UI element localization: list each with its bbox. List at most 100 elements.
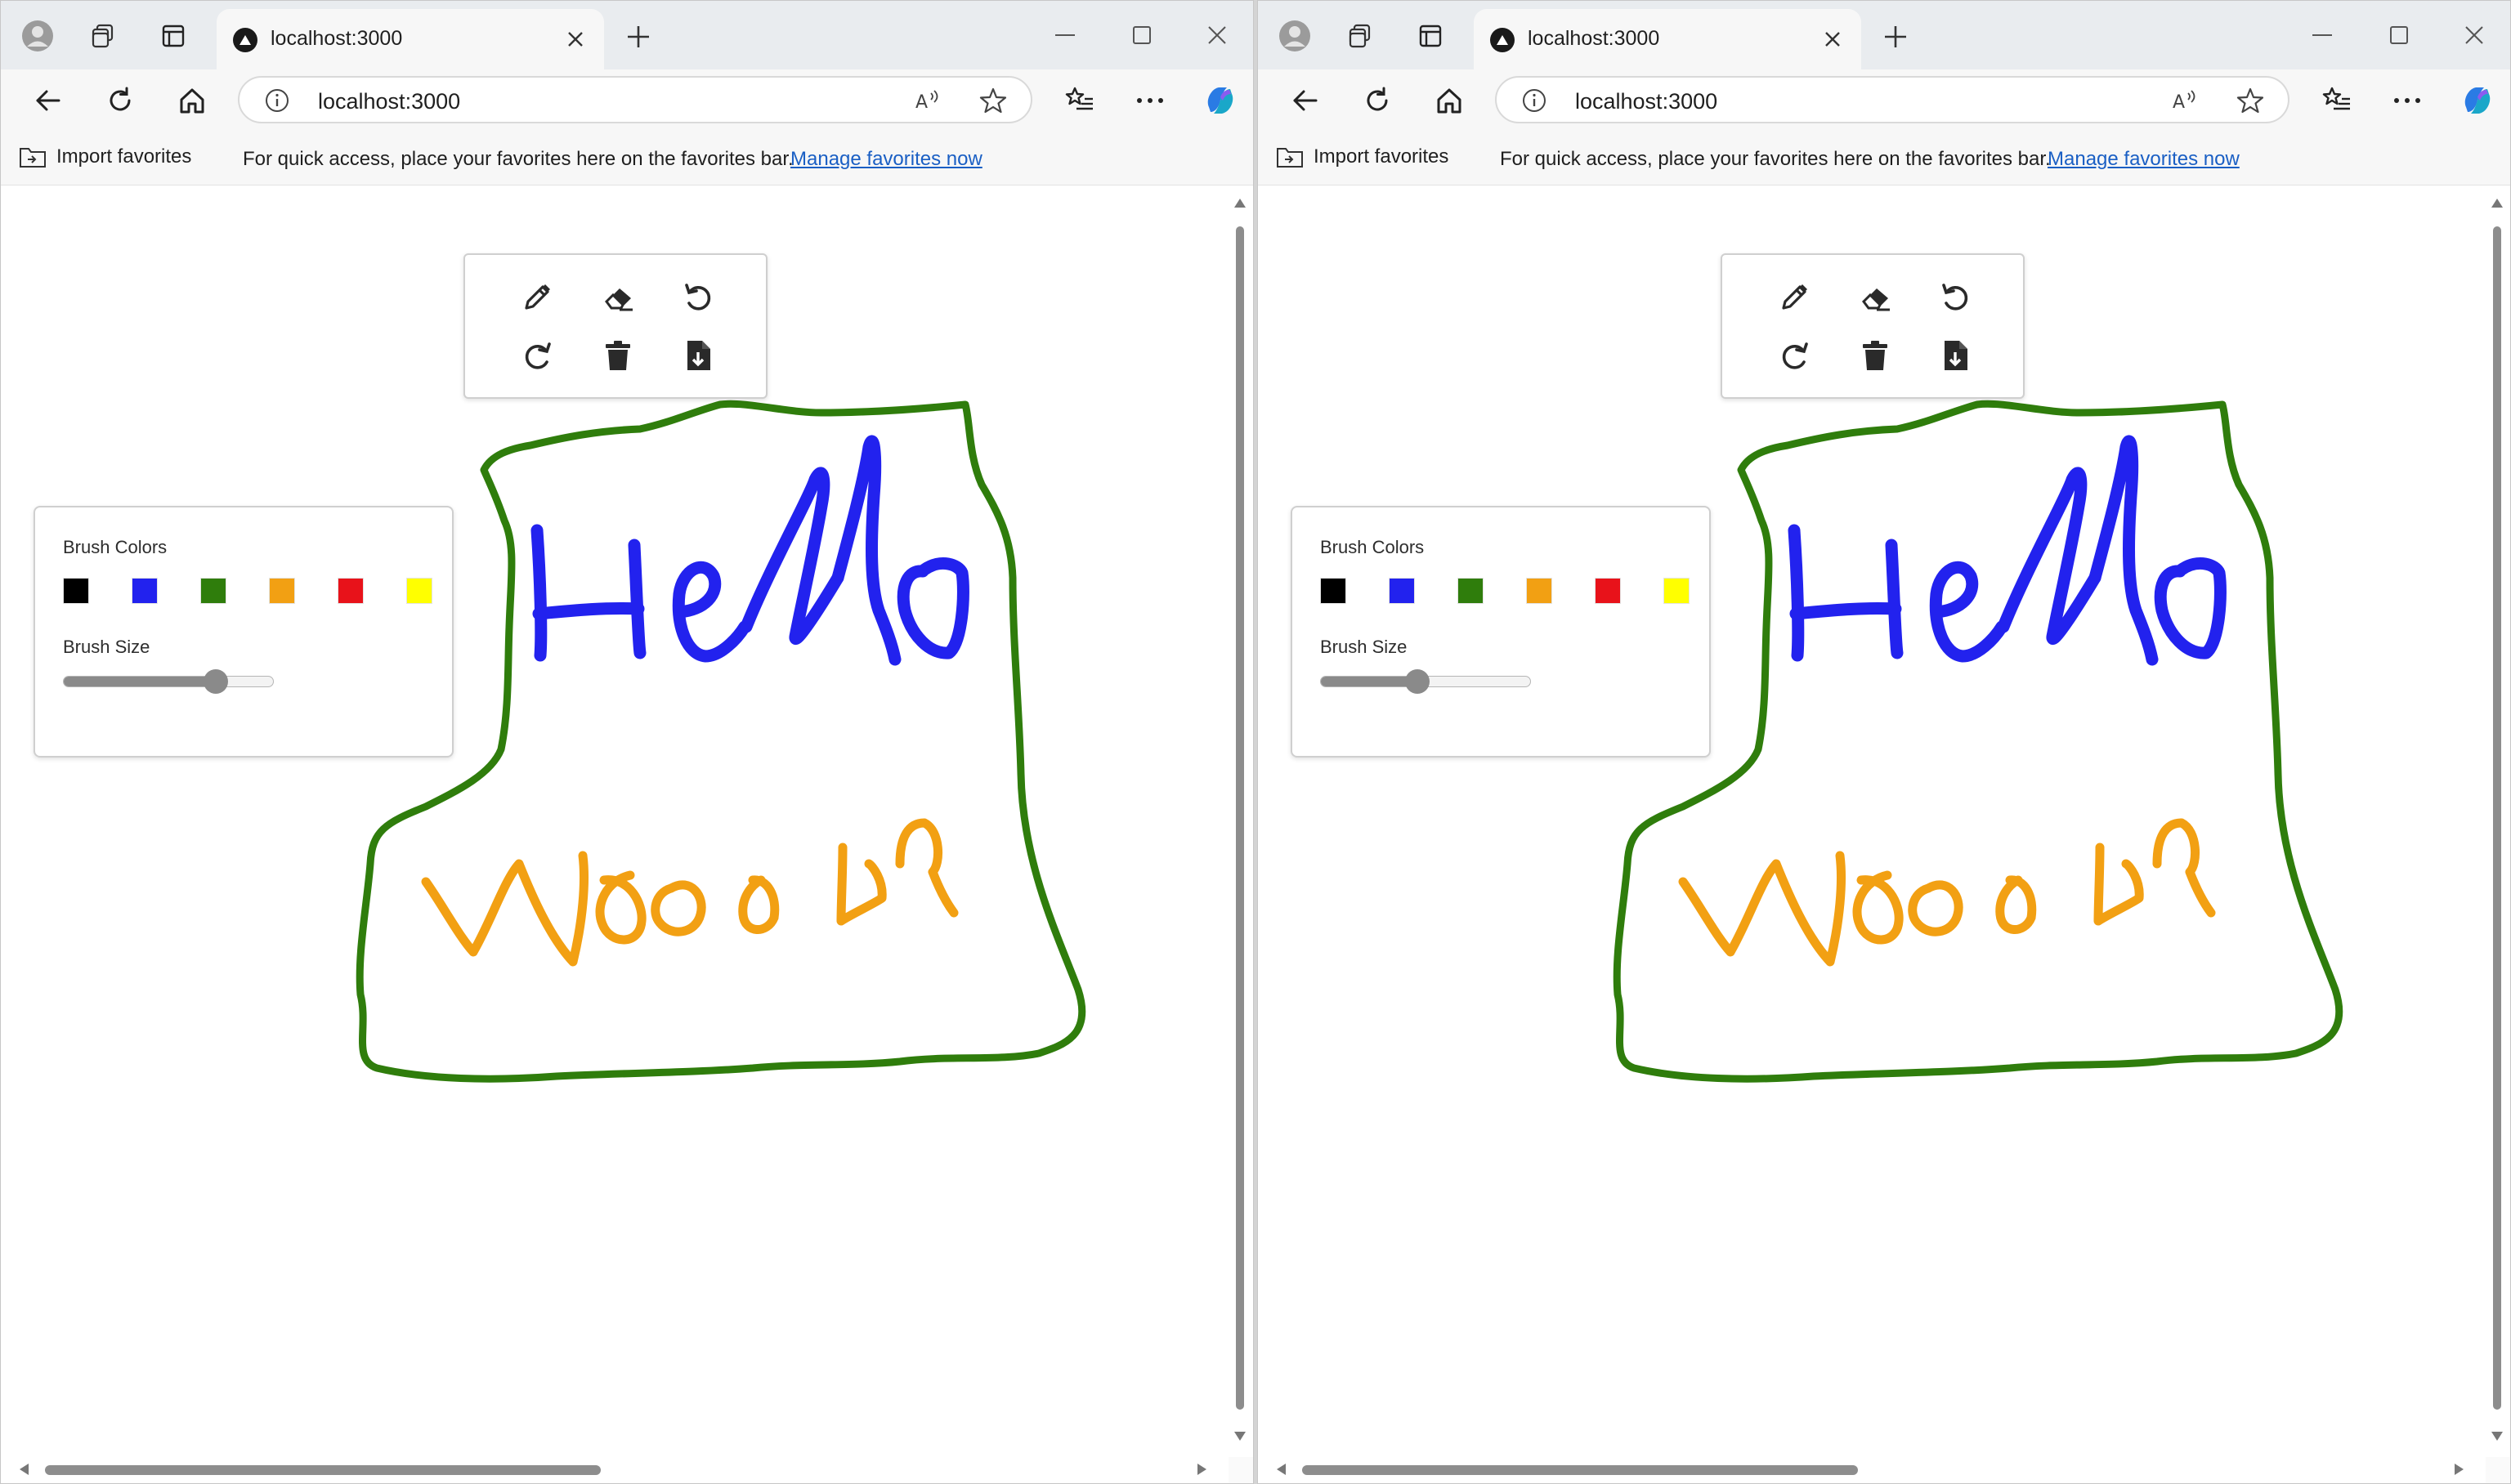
manage-favorites-link[interactable]: Manage favorites now [2048,148,2240,171]
new-tab-icon[interactable] [624,22,653,51]
brush-color-swatch[interactable] [1595,578,1621,604]
maximize-icon[interactable] [2381,19,2417,51]
import-favorites-button[interactable]: Import favorites [19,145,191,169]
green-outline-stroke [356,400,1086,1083]
vertical-scroll-thumb[interactable] [2493,226,2501,1410]
tab-actions-icon[interactable] [1413,19,1448,53]
brush-color-swatch[interactable] [269,578,295,604]
scroll-left-icon[interactable] [17,1463,30,1476]
brush-size-slider-fill [1321,677,1416,686]
import-favorites-label: Import favorites [56,145,192,168]
home-icon[interactable] [172,81,212,120]
trash-icon[interactable] [594,332,642,379]
maximize-icon[interactable] [1124,19,1160,51]
close-tab-icon[interactable] [1819,25,1846,53]
brush-size-slider-thumb[interactable] [204,669,228,694]
copilot-icon[interactable] [2458,81,2497,120]
back-icon[interactable] [29,81,68,120]
vertical-scrollbar[interactable] [2487,186,2507,1449]
address-url[interactable]: localhost:3000 [318,89,460,114]
horizontal-scroll-thumb[interactable] [45,1465,601,1475]
redo-icon[interactable] [514,332,562,379]
manage-favorites-link[interactable]: Manage favorites now [790,148,982,171]
download-file-icon[interactable] [674,332,722,379]
more-options-icon[interactable] [1130,81,1170,120]
back-icon[interactable] [1286,81,1325,120]
brush-size-slider[interactable] [1320,669,1531,694]
pencil-icon[interactable] [1771,273,1819,320]
minimize-icon[interactable] [2304,19,2340,51]
brush-color-swatch[interactable] [200,578,226,604]
site-info-icon[interactable] [1521,87,1547,114]
brush-color-swatch[interactable] [1320,578,1346,604]
import-favorites-button[interactable]: Import favorites [1276,145,1448,169]
vertical-scroll-thumb[interactable] [1236,226,1244,1410]
page-content: Brush Colors Brush Size [1258,186,2510,1483]
favorite-star-icon[interactable] [2234,84,2267,117]
close-window-icon[interactable] [2456,19,2492,51]
scroll-up-icon[interactable] [1230,197,1250,210]
browser-tab[interactable]: localhost:3000 [1474,9,1861,69]
more-options-icon[interactable] [2388,81,2427,120]
brush-size-slider[interactable] [63,669,274,694]
vertical-scrollbar[interactable] [1230,186,1250,1449]
address-bar[interactable]: localhost:3000 A [238,76,1032,123]
world-text-strokes [421,818,959,967]
profile-avatar-icon[interactable] [20,19,55,53]
refresh-icon[interactable] [1358,81,1397,120]
download-file-icon[interactable] [1931,332,1979,379]
scroll-down-icon[interactable] [2487,1431,2507,1444]
import-favorites-label: Import favorites [1314,145,1449,168]
favorites-icon[interactable] [1060,81,1099,120]
browser-tab[interactable]: localhost:3000 [217,9,604,69]
hello-text-strokes [530,435,969,666]
brush-color-swatch[interactable] [63,578,89,604]
world-text-strokes [1678,818,2216,967]
profile-avatar-icon[interactable] [1278,19,1312,53]
address-url[interactable]: localhost:3000 [1575,89,1717,114]
workspaces-icon[interactable] [86,19,120,53]
browser-window-right: localhost:3000 localhost:3000 A Import f… [1257,0,2511,1484]
scroll-up-icon[interactable] [2487,197,2507,210]
favorites-icon[interactable] [2317,81,2357,120]
browser-window-left: localhost:3000 localhost:3000 A Import f… [0,0,1254,1484]
brush-color-swatch[interactable] [1663,578,1690,604]
address-bar[interactable]: localhost:3000 A [1495,76,2289,123]
horizontal-scroll-thumb[interactable] [1302,1465,1858,1475]
trash-icon[interactable] [1851,332,1899,379]
brush-color-swatch[interactable] [1389,578,1415,604]
brush-size-slider-thumb[interactable] [1405,669,1430,694]
new-tab-icon[interactable] [1881,22,1910,51]
site-info-icon[interactable] [264,87,290,114]
pencil-icon[interactable] [514,273,562,320]
tab-actions-icon[interactable] [156,19,190,53]
refresh-icon[interactable] [101,81,140,120]
undo-icon[interactable] [674,273,722,320]
workspaces-icon[interactable] [1343,19,1377,53]
scroll-right-icon[interactable] [1196,1463,1209,1476]
horizontal-scrollbar[interactable] [1258,1460,2484,1478]
brush-color-swatch[interactable] [1457,578,1484,604]
scroll-down-icon[interactable] [1230,1431,1250,1444]
scroll-right-icon[interactable] [2453,1463,2466,1476]
undo-icon[interactable] [1931,273,1979,320]
brush-color-swatch[interactable] [338,578,364,604]
scroll-left-icon[interactable] [1274,1463,1287,1476]
eraser-icon[interactable] [594,273,642,320]
home-icon[interactable] [1430,81,1469,120]
horizontal-scrollbar[interactable] [1,1460,1227,1478]
tab-strip: localhost:3000 [1,1,1253,69]
brush-color-swatch[interactable] [1526,578,1552,604]
copilot-icon[interactable] [1201,81,1240,120]
redo-icon[interactable] [1771,332,1819,379]
eraser-icon[interactable] [1851,273,1899,320]
page-content: Brush Colors Brush Size [1,186,1253,1483]
read-aloud-icon[interactable]: A [2169,84,2201,117]
close-window-icon[interactable] [1199,19,1235,51]
brush-color-swatch[interactable] [406,578,432,604]
read-aloud-icon[interactable]: A [911,84,944,117]
favorite-star-icon[interactable] [977,84,1009,117]
brush-color-swatch[interactable] [132,578,158,604]
minimize-icon[interactable] [1047,19,1083,51]
close-tab-icon[interactable] [562,25,589,53]
